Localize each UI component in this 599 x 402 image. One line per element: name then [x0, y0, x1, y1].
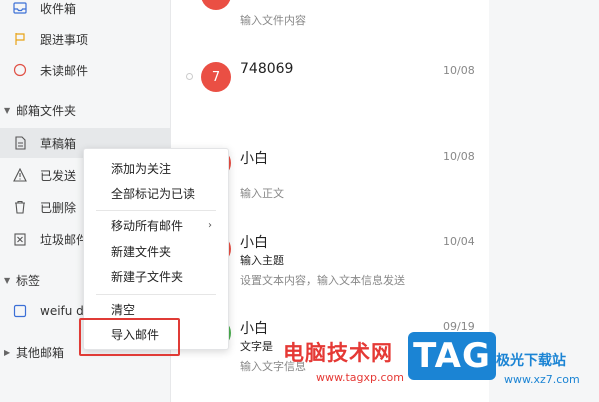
menu-divider — [96, 210, 216, 211]
spam-icon — [12, 231, 28, 247]
mail-sender: 小白 — [240, 235, 268, 251]
section-label: 邮箱文件夹 — [16, 103, 77, 118]
mail-subject: 输入主题 — [240, 254, 284, 267]
flag-icon — [12, 31, 28, 47]
mail-preview: 设置文本内容，输入文本信息发送 — [240, 274, 405, 287]
mail-sender: 748069 — [240, 61, 294, 77]
draft-icon — [12, 135, 28, 151]
watermark-url: www.tagxp.com — [316, 371, 404, 384]
highlight-box — [79, 318, 180, 356]
sidebar-item-label: 草稿箱 — [40, 136, 77, 151]
unread-dot — [186, 73, 193, 80]
menu-item-label: 全部标记为已读 — [111, 186, 196, 201]
menu-divider — [96, 294, 216, 295]
menu-item-new-subfolder[interactable]: 新建子文件夹 — [84, 264, 228, 288]
tag-square-icon — [12, 303, 28, 319]
sidebar-item-unread[interactable]: 未读邮件 — [0, 55, 170, 85]
menu-item-add-follow[interactable]: 添加为关注 — [84, 156, 228, 180]
sidebar-item-label: 已发送 — [40, 168, 77, 183]
mail-sender: 小白 — [240, 321, 268, 337]
menu-item-mark-all-read[interactable]: 全部标记为已读 — [84, 181, 228, 205]
mail-preview: 输入正文 — [240, 187, 284, 200]
mail-sender: 小白 — [240, 151, 268, 167]
sidebar-item-inbox[interactable]: 收件箱 — [0, 0, 170, 23]
avatar: 7 — [201, 62, 231, 92]
chevron-down-icon: ▼ — [4, 275, 11, 285]
menu-item-label: 添加为关注 — [111, 161, 172, 176]
menu-item-label: 清空 — [111, 302, 136, 317]
section-mail-folders[interactable]: ▼ 邮箱文件夹 — [0, 98, 170, 122]
sidebar-item-followup[interactable]: 跟进事项 — [0, 24, 170, 54]
menu-item-label: 新建文件夹 — [111, 244, 172, 259]
mail-date: 10/04 — [443, 235, 475, 248]
sidebar-item-label: 收件箱 — [40, 1, 77, 16]
mail-subject: 文字是 — [240, 340, 273, 353]
sent-icon — [12, 167, 28, 183]
watermark-site-url: www.xz7.com — [504, 373, 580, 386]
section-label: 标签 — [16, 273, 41, 288]
trash-icon — [12, 199, 28, 215]
mail-date: 10/08 — [443, 64, 475, 77]
sidebar-item-label: 跟进事项 — [40, 32, 89, 47]
menu-item-label: 新建子文件夹 — [111, 269, 184, 284]
mail-date: 10/08 — [443, 150, 475, 163]
menu-item-label: 移动所有邮件 — [111, 218, 184, 233]
sidebar-item-label: weifu d — [40, 304, 84, 318]
circle-icon — [12, 62, 28, 78]
watermark-tag-logo: TAG — [408, 332, 496, 380]
section-label: 其他邮箱 — [16, 345, 65, 360]
chevron-right-icon: › — [208, 219, 212, 231]
watermark-text: 电脑技术网 — [283, 341, 393, 365]
reading-pane — [489, 0, 599, 402]
chevron-down-icon: ▼ — [4, 105, 11, 115]
sidebar-item-label: 已删除 — [40, 200, 77, 215]
menu-item-move-all[interactable]: 移动所有邮件 › — [84, 213, 228, 237]
menu-item-new-folder[interactable]: 新建文件夹 — [84, 239, 228, 263]
avatar — [201, 0, 231, 10]
mail-preview: 输入文件内容 — [240, 14, 306, 27]
watermark-site-name: 极光下载站 — [496, 353, 566, 369]
chevron-right-icon: ▶ — [4, 347, 11, 357]
sidebar-item-label: 垃圾邮件 — [40, 232, 89, 247]
sidebar-item-label: 未读邮件 — [40, 63, 89, 78]
inbox-icon — [12, 0, 28, 16]
